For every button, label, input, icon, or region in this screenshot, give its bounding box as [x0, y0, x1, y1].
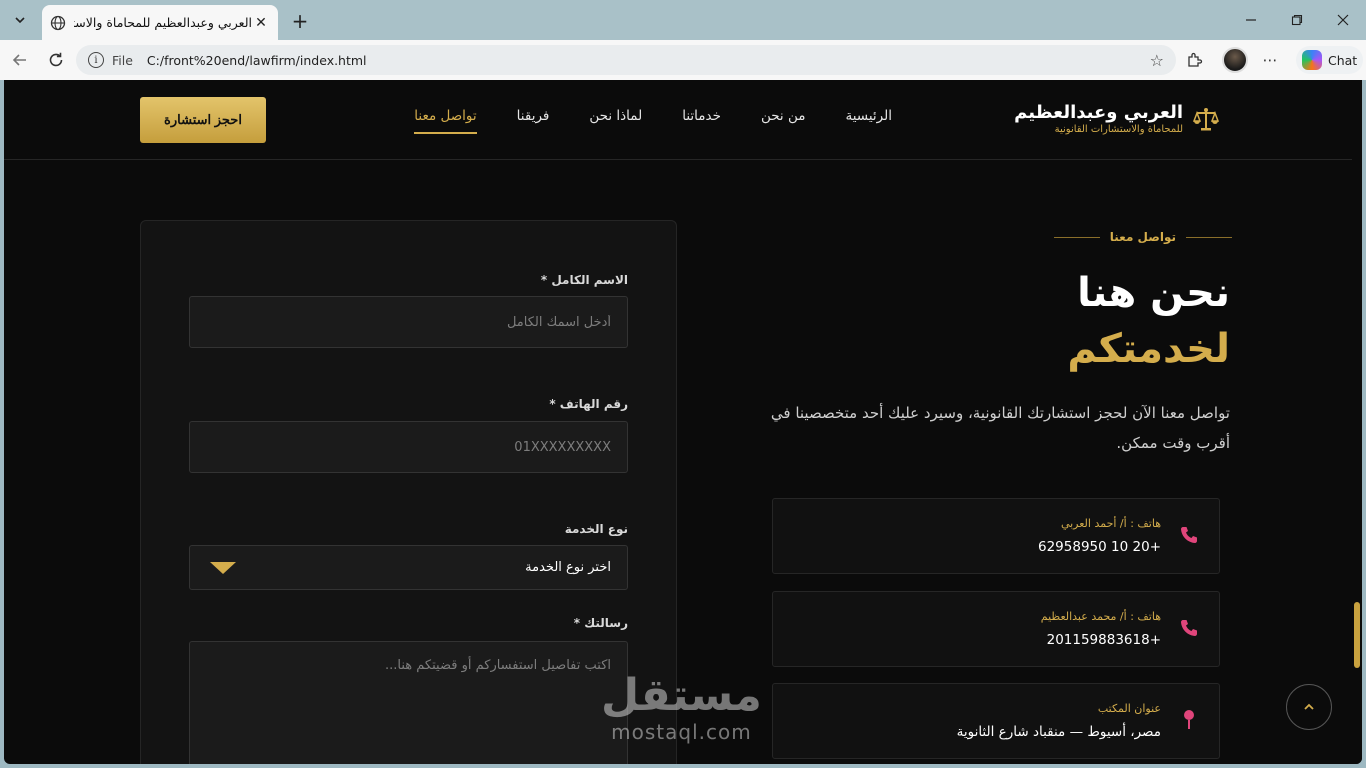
close-tab-icon[interactable]: ✕ — [252, 14, 270, 32]
brand-name: العربي وعبدالعظيم — [1014, 102, 1183, 123]
close-window-icon[interactable] — [1320, 0, 1366, 40]
url-text[interactable]: C:/front%20end/lawfirm/index.html — [147, 53, 1150, 68]
heading-line-2: لخدمتكم — [1067, 326, 1230, 372]
copilot-icon — [1302, 50, 1322, 70]
phone-card-label: هاتف : أ/ أحمد العربي — [1060, 517, 1161, 530]
globe-icon — [50, 15, 66, 31]
contact-form: الاسم الكامل * رقم الهاتف * نوع الخدمة ا… — [140, 220, 677, 764]
url-scheme: File — [112, 52, 133, 68]
chevron-up-icon — [1304, 703, 1314, 710]
address-card[interactable]: عنوان المكتب مصر، أسيوط — منقباد شارع ال… — [772, 683, 1220, 759]
favorite-star-icon[interactable]: ☆ — [1150, 51, 1164, 70]
tab-list-chevron-icon[interactable] — [6, 6, 34, 34]
name-label: الاسم الكامل * — [540, 273, 628, 287]
heading-line-1: نحن هنا — [1077, 270, 1230, 316]
phone-card-value: +20 10 62958950 — [1038, 539, 1161, 555]
phone-label: رقم الهاتف * — [549, 397, 628, 411]
service-select-value: اختر نوع الخدمة — [525, 560, 611, 575]
phone-card-1[interactable]: هاتف : أ/ أحمد العربي +20 10 62958950 — [772, 498, 1220, 574]
site-info-icon[interactable]: i — [88, 52, 104, 68]
new-tab-button[interactable]: + — [287, 8, 313, 34]
main-nav: الرئيسية من نحن خدماتنا لماذا نحن فريقنا… — [374, 108, 892, 134]
phone-input[interactable] — [189, 421, 628, 473]
section-eyebrow: تواصل معنا — [1053, 230, 1232, 244]
address-card-value: مصر، أسيوط — منقباد شارع الثانوية — [956, 724, 1161, 740]
phone-card-value: +201159883618 — [1046, 632, 1161, 648]
message-textarea[interactable] — [189, 641, 628, 764]
eyebrow-divider — [1053, 236, 1100, 238]
address-bar[interactable]: i File C:/front%20end/lawfirm/index.html… — [76, 45, 1176, 75]
nav-home[interactable]: الرئيسية — [846, 108, 893, 134]
service-label: نوع الخدمة — [564, 522, 628, 536]
phone-icon — [1177, 616, 1201, 640]
nav-about[interactable]: من نحن — [761, 108, 806, 134]
eyebrow-divider — [1186, 236, 1232, 238]
address-card-label: عنوان المكتب — [1097, 702, 1161, 715]
scrollbar-thumb[interactable] — [1354, 602, 1360, 668]
minimize-icon[interactable] — [1228, 0, 1274, 40]
message-label: رسالتك * — [573, 616, 628, 630]
site-header: العربي وعبدالعظيم للمحاماة والاستشارات ا… — [4, 80, 1352, 160]
extensions-icon[interactable] — [1182, 48, 1206, 72]
nav-team[interactable]: فريقنا — [517, 108, 550, 134]
book-consultation-button[interactable]: احجز استشارة — [140, 97, 266, 143]
page-scrollbar[interactable] — [1352, 80, 1362, 764]
phone-card-2[interactable]: هاتف : أ/ محمد عبدالعظيم +201159883618 — [772, 591, 1220, 667]
phone-icon — [1177, 523, 1201, 547]
tab-title: العربي وعبدالعظيم للمحاماة والاستش — [74, 15, 252, 30]
refresh-icon[interactable] — [42, 46, 70, 74]
service-select[interactable]: اختر نوع الخدمة — [189, 545, 628, 590]
nav-contact[interactable]: تواصل معنا — [414, 108, 477, 134]
name-input[interactable] — [189, 296, 628, 348]
browser-tab-bar: العربي وعبدالعظيم للمحاماة والاستش ✕ + — [0, 0, 1366, 40]
more-options-icon[interactable]: ⋯ — [1258, 48, 1282, 72]
map-pin-icon — [1177, 708, 1201, 732]
brand-logo[interactable]: العربي وعبدالعظيم للمحاماة والاستشارات ا… — [1014, 102, 1219, 136]
profile-avatar[interactable] — [1222, 47, 1248, 73]
eyebrow-text: تواصل معنا — [1109, 230, 1176, 244]
scroll-to-top-button[interactable] — [1286, 684, 1332, 730]
restore-icon[interactable] — [1274, 0, 1320, 40]
nav-why-us[interactable]: لماذا نحن — [589, 108, 642, 134]
dropdown-arrow-icon — [210, 561, 236, 574]
nav-services[interactable]: خدماتنا — [682, 108, 721, 134]
phone-card-label: هاتف : أ/ محمد عبدالعظيم — [1040, 610, 1161, 623]
section-lead: تواصل معنا الآن لحجز استشارتك القانونية،… — [770, 404, 1230, 452]
web-page: العربي وعبدالعظيم للمحاماة والاستشارات ا… — [4, 80, 1362, 764]
brand-tagline: للمحاماة والاستشارات القانونية — [1054, 124, 1183, 135]
watermark-arabic: مستقل — [601, 670, 762, 721]
copilot-label: Chat — [1328, 52, 1358, 68]
mostaql-watermark: مستقل mostaql.com — [601, 670, 762, 745]
copilot-chat-button[interactable]: Chat — [1296, 46, 1364, 74]
browser-tab[interactable]: العربي وعبدالعظيم للمحاماة والاستش ✕ — [42, 5, 278, 40]
scales-of-justice-icon — [1193, 106, 1219, 132]
browser-toolbar: i File C:/front%20end/lawfirm/index.html… — [0, 40, 1366, 80]
watermark-latin: mostaql.com — [611, 720, 752, 744]
back-arrow-icon[interactable] — [6, 46, 34, 74]
